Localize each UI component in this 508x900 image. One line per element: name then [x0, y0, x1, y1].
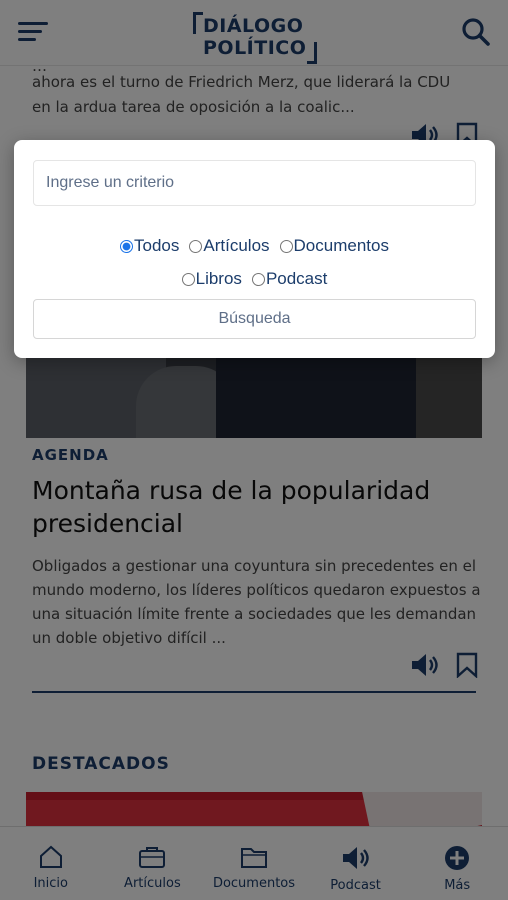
radio-libros[interactable]: [181, 272, 195, 286]
filter-todos[interactable]: Todos: [120, 236, 179, 256]
radio-documentos[interactable]: [279, 239, 293, 253]
radio-articulos[interactable]: [189, 239, 203, 253]
filter-libros[interactable]: Libros: [181, 269, 242, 289]
search-input[interactable]: [33, 160, 476, 206]
search-modal: Todos Artículos Documentos Libros Podcas…: [14, 140, 495, 358]
filter-row-1: Todos Artículos Documentos: [14, 236, 495, 256]
filter-row-2: Libros Podcast: [14, 269, 495, 289]
radio-podcast[interactable]: [251, 272, 265, 286]
modal-backdrop[interactable]: [0, 0, 508, 900]
filter-articulos[interactable]: Artículos: [189, 236, 270, 256]
search-submit-button[interactable]: Búsqueda: [33, 299, 476, 339]
filter-documentos[interactable]: Documentos: [279, 236, 389, 256]
filter-podcast[interactable]: Podcast: [251, 269, 327, 289]
radio-todos[interactable]: [120, 239, 134, 253]
